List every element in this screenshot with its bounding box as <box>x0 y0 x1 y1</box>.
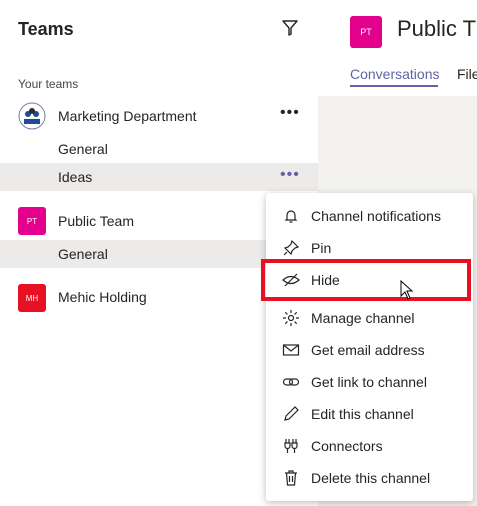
channel-general[interactable]: General <box>0 135 318 163</box>
team-name: Public Team <box>58 213 135 229</box>
gear-icon <box>283 310 299 326</box>
menu-item-label: Edit this channel <box>311 406 414 422</box>
tab-files[interactable]: File <box>457 66 477 82</box>
team-avatar: PT <box>350 16 382 48</box>
pencil-icon <box>284 406 299 421</box>
menu-item-channel-notifications[interactable]: Channel notifications <box>266 200 473 232</box>
more-options-icon[interactable]: ••• <box>280 166 300 184</box>
mouse-cursor-icon <box>400 280 414 300</box>
channel-label: General <box>58 141 108 157</box>
menu-item-label: Get email address <box>311 342 425 358</box>
channel-header: PT Public T Conversations File <box>318 0 477 96</box>
bell-icon <box>284 210 298 223</box>
menu-item-label: Pin <box>311 240 332 256</box>
menu-item-label: Connectors <box>311 438 383 454</box>
filter-icon[interactable] <box>280 18 300 38</box>
sidebar-title: Teams <box>18 19 74 39</box>
page-title: Public T <box>397 16 477 41</box>
menu-item-label: Delete this channel <box>311 470 431 486</box>
tab-underline <box>350 85 438 87</box>
menu-item-get-link-to-channel[interactable]: Get link to channel <box>266 366 473 398</box>
channel-context-menu: Channel notifications Pin Hide Manage ch… <box>266 193 473 501</box>
team-name: Mehic Holding <box>58 289 147 305</box>
marketing-team-logo <box>18 102 46 130</box>
avatar: MH <box>18 284 46 312</box>
highlight-box <box>261 259 471 301</box>
more-options-icon[interactable]: ••• <box>280 104 300 122</box>
mail-icon <box>282 344 300 356</box>
channel-label: General <box>58 246 108 262</box>
menu-item-delete-this-channel[interactable]: Delete this channel <box>266 462 473 494</box>
menu-item-manage-channel[interactable]: Manage channel <box>266 302 473 334</box>
link-icon <box>282 378 300 386</box>
trash-icon <box>285 470 297 486</box>
connector-icon <box>284 439 298 453</box>
team-name: Marketing Department <box>58 108 197 124</box>
menu-item-get-email-address[interactable]: Get email address <box>266 334 473 366</box>
menu-item-label: Channel notifications <box>311 208 441 224</box>
menu-item-label: Manage channel <box>311 310 415 326</box>
tab-conversations[interactable]: Conversations <box>350 66 440 82</box>
team-marketing-department[interactable]: Marketing Department ••• <box>0 100 318 132</box>
your-teams-label: Your teams <box>18 77 79 91</box>
avatar: PT <box>18 207 46 235</box>
menu-item-label: Get link to channel <box>311 374 427 390</box>
channel-label: Ideas <box>58 169 93 185</box>
menu-item-edit-this-channel[interactable]: Edit this channel <box>266 398 473 430</box>
pin-icon <box>283 239 300 256</box>
menu-item-connectors[interactable]: Connectors <box>266 430 473 462</box>
channel-ideas[interactable]: Ideas ••• <box>0 163 318 191</box>
